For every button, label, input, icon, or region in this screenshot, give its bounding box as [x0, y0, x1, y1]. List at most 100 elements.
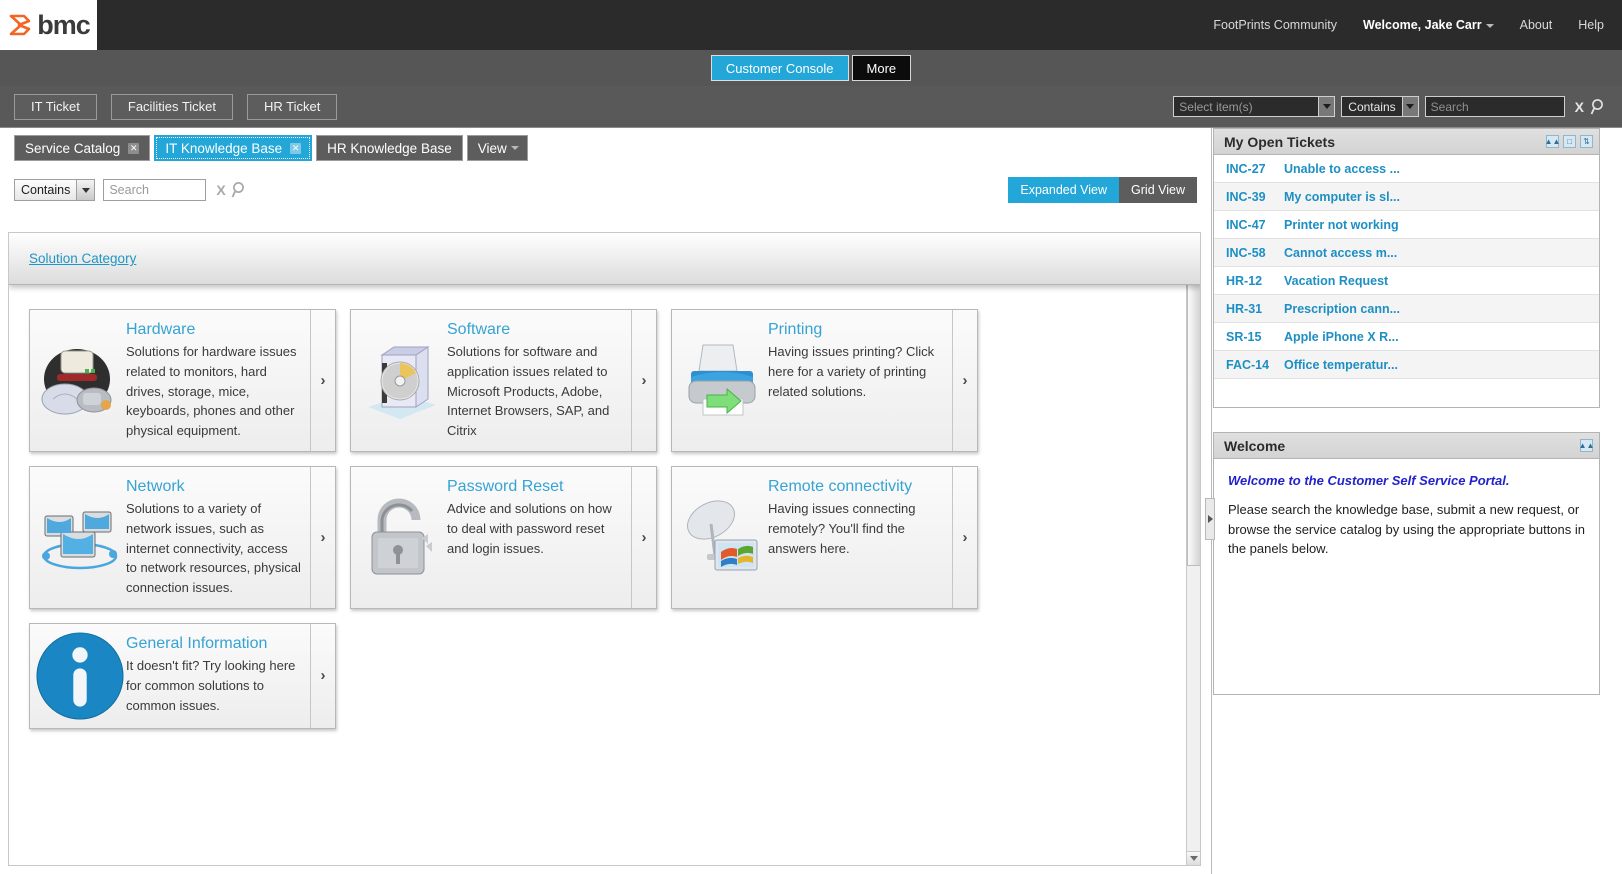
main-content: Service Catalog ✕ IT Knowledge Base ✕ HR… — [0, 128, 1622, 874]
chevron-right-icon[interactable]: › — [310, 467, 335, 608]
panel-title: My Open Tickets — [1224, 134, 1335, 150]
satellite-dish-icon — [672, 467, 768, 608]
card-title: Hardware — [126, 320, 302, 339]
it-ticket-button[interactable]: IT Ticket — [14, 94, 97, 120]
table-row[interactable]: INC-58 Cannot access m... — [1214, 239, 1599, 267]
category-card-network[interactable]: Network Solutions to a variety of networ… — [29, 466, 336, 609]
chevron-right-icon[interactable]: › — [631, 467, 656, 608]
help-link[interactable]: Help — [1578, 18, 1604, 32]
card-description: Having issues connecting remotely? You'l… — [768, 499, 944, 558]
chevron-right-icon[interactable]: › — [631, 310, 656, 451]
welcome-text: Please search the knowledge base, submit… — [1228, 500, 1585, 559]
tab-hr-knowledge-base[interactable]: HR Knowledge Base — [316, 135, 463, 161]
chevron-down-icon — [1403, 96, 1419, 117]
refresh-icon[interactable]: ⇅ — [1580, 135, 1593, 148]
welcome-body: Welcome to the Customer Self Service Por… — [1214, 459, 1599, 694]
info-icon — [30, 624, 126, 728]
grid-view-button[interactable]: Grid View — [1119, 177, 1197, 203]
clear-search-icon[interactable]: X — [1575, 99, 1584, 115]
ticket-title: Apple iPhone X R... — [1284, 330, 1399, 344]
ticket-title: My computer is sl... — [1284, 190, 1400, 204]
tab-view-menu[interactable]: View — [467, 135, 528, 161]
card-description: Having issues printing? Click here for a… — [768, 342, 944, 401]
close-icon[interactable]: ✕ — [290, 143, 301, 154]
ticket-id: FAC-14 — [1226, 358, 1284, 372]
category-card-general-information[interactable]: General Information It doesn't fit? Try … — [29, 623, 336, 729]
collapse-icon[interactable]: ▲▲ — [1546, 135, 1559, 148]
panel-header: My Open Tickets ▲▲ □ ⇅ — [1214, 129, 1599, 155]
maximize-icon[interactable]: □ — [1563, 135, 1576, 148]
welcome-panel: Welcome ▲▲ Welcome to the Customer Self … — [1213, 432, 1600, 695]
search-icon[interactable] — [231, 181, 249, 199]
search-input[interactable]: Search — [103, 179, 206, 201]
chevron-down-icon — [1486, 24, 1494, 28]
search-operator-select[interactable]: Contains — [14, 179, 95, 201]
list-padding — [1214, 379, 1599, 407]
ticket-list: INC-27 Unable to access ... INC-39 My co… — [1214, 155, 1599, 407]
collapse-icon[interactable]: ▲▲ — [1580, 439, 1593, 452]
collapse-right-pane-button[interactable] — [1205, 498, 1215, 540]
ticket-id: INC-58 — [1226, 246, 1284, 260]
ticket-id: INC-47 — [1226, 218, 1284, 232]
table-row[interactable]: FAC-14 Office temperatur... — [1214, 351, 1599, 379]
category-card-remote-connectivity[interactable]: Remote connectivity Having issues connec… — [671, 466, 978, 609]
card-title: Printing — [768, 320, 944, 339]
ticket-actions-bar: IT Ticket Facilities Ticket HR Ticket Se… — [0, 86, 1622, 128]
card-title: Network — [126, 477, 302, 496]
global-search-input[interactable]: Search — [1425, 96, 1565, 117]
category-card-software[interactable]: Software Solutions for software and appl… — [350, 309, 657, 452]
scrollbar-thumb[interactable] — [1187, 248, 1201, 566]
card-description: Solutions for software and application i… — [447, 342, 623, 441]
chevron-right-icon[interactable]: › — [310, 624, 335, 728]
catalog-scroll-area: Solution Category — [8, 232, 1201, 866]
ticket-id: SR-15 — [1226, 330, 1284, 344]
table-row[interactable]: HR-12 Vacation Request — [1214, 267, 1599, 295]
table-row[interactable]: HR-31 Prescription cann... — [1214, 295, 1599, 323]
global-item-select[interactable]: Select item(s) — [1173, 96, 1335, 117]
table-row[interactable]: INC-47 Printer not working — [1214, 211, 1599, 239]
card-description: It doesn't fit? Try looking here for com… — [126, 656, 302, 715]
close-icon[interactable]: ✕ — [128, 143, 139, 154]
category-card-password-reset[interactable]: Password Reset Advice and solutions on h… — [350, 466, 657, 609]
chevron-down-icon — [76, 180, 94, 200]
vertical-scrollbar[interactable] — [1186, 233, 1200, 865]
breadcrumb-solution-category[interactable]: Solution Category — [29, 251, 136, 266]
chevron-right-icon[interactable]: › — [952, 310, 977, 451]
bmc-logo[interactable]: bmc — [0, 0, 97, 50]
category-card-hardware[interactable]: Hardware Solutions for hardware issues r… — [29, 309, 336, 452]
hr-ticket-button[interactable]: HR Ticket — [247, 94, 337, 120]
search-icon[interactable] — [1590, 98, 1608, 116]
user-menu[interactable]: Welcome, Jake Carr — [1363, 18, 1494, 32]
category-card-printing[interactable]: Printing Having issues printing? Click h… — [671, 309, 978, 452]
catalog-toolbar: Contains Search X Expanded View Grid Vie… — [0, 168, 1211, 212]
tab-it-knowledge-base[interactable]: IT Knowledge Base ✕ — [154, 135, 312, 161]
chevron-down-icon — [1319, 96, 1335, 117]
top-header-bar: bmc FootPrints Community Welcome, Jake C… — [0, 0, 1622, 50]
table-row[interactable]: INC-27 Unable to access ... — [1214, 155, 1599, 183]
tab-label: HR Knowledge Base — [327, 141, 452, 156]
ticket-id: HR-12 — [1226, 274, 1284, 288]
tab-label: IT Knowledge Base — [165, 141, 282, 156]
card-description: Solutions for hardware issues related to… — [126, 342, 302, 441]
customer-console-button[interactable]: Customer Console — [711, 55, 849, 81]
facilities-ticket-button[interactable]: Facilities Ticket — [111, 94, 233, 120]
software-box-icon — [351, 310, 447, 451]
tab-service-catalog[interactable]: Service Catalog ✕ — [14, 135, 150, 161]
footprints-community-link[interactable]: FootPrints Community — [1213, 18, 1337, 32]
ticket-id: HR-31 — [1226, 302, 1284, 316]
global-search: Select item(s) Contains Search X — [1173, 96, 1622, 117]
scroll-down-button[interactable] — [1187, 851, 1201, 865]
about-link[interactable]: About — [1520, 18, 1553, 32]
chevron-right-icon[interactable]: › — [310, 310, 335, 451]
table-row[interactable]: SR-15 Apple iPhone X R... — [1214, 323, 1599, 351]
global-operator-select[interactable]: Contains — [1335, 96, 1418, 117]
table-row[interactable]: INC-39 My computer is sl... — [1214, 183, 1599, 211]
expanded-view-button[interactable]: Expanded View — [1008, 177, 1119, 203]
chevron-down-icon — [511, 146, 519, 150]
printer-icon — [672, 310, 768, 451]
chevron-right-icon[interactable]: › — [952, 467, 977, 608]
welcome-lead: Welcome to the Customer Self Service Por… — [1228, 473, 1585, 488]
clear-search-icon[interactable]: X — [216, 182, 225, 198]
network-icon — [30, 467, 126, 608]
more-button[interactable]: More — [852, 55, 912, 81]
